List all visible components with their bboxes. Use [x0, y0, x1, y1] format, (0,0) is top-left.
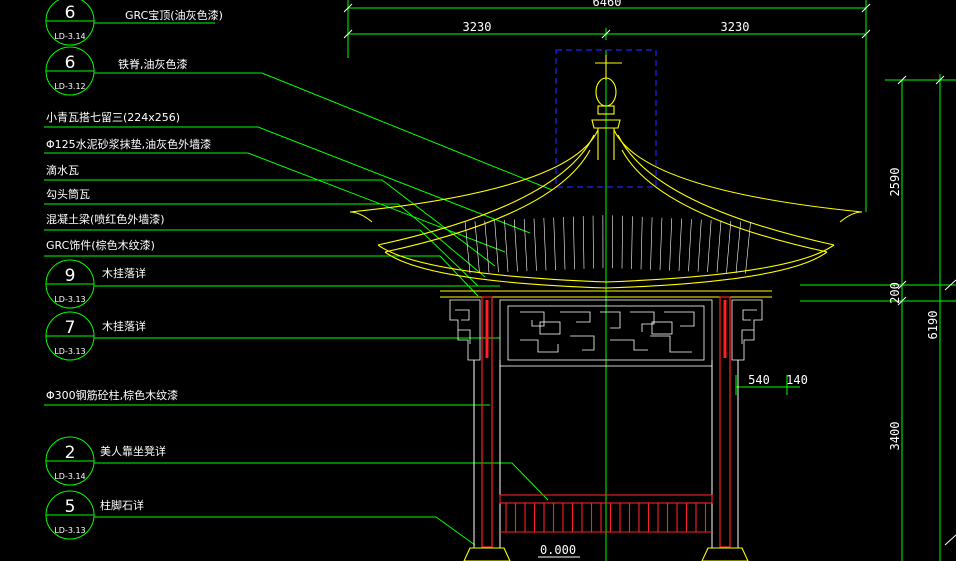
dim-half-left: 3230	[463, 20, 492, 34]
callout-label-column-base: 柱脚石详	[100, 498, 144, 512]
leader-lines	[44, 22, 553, 546]
tag-sheet-ref: LD-3.12	[54, 82, 85, 91]
tile-rib	[563, 217, 566, 270]
tag-sheet-ref: LD-3.14	[54, 32, 85, 41]
callout-label-mortar: Φ125水泥砂浆抹垫,油灰色外墙漆	[46, 137, 211, 151]
tile-rib	[621, 215, 623, 269]
tile-rib	[697, 219, 702, 272]
tile-rib	[716, 220, 722, 273]
tile-rib	[543, 217, 547, 271]
pavilion-elevation-drawing: 6 LD-3.14 6 LD-3.12 9 LD-3.13 7 LD-3.13 …	[44, 0, 956, 561]
tile-rib	[474, 221, 480, 274]
tag-number: 6	[65, 53, 76, 73]
callout-label-drip-tile: 滴水瓦	[46, 163, 79, 177]
tile-rib	[707, 220, 712, 273]
dim-offset-b: 140	[786, 373, 808, 387]
elevation-mark: 0.000	[540, 543, 576, 557]
callout-label-finial: GRC宝顶(油灰色漆)	[125, 8, 223, 22]
tile-rib	[735, 221, 741, 274]
callout-label-bench: 美人靠坐凳详	[100, 444, 166, 458]
tile-rib	[678, 218, 682, 271]
tile-rib	[484, 220, 490, 273]
tag-number: 6	[65, 3, 76, 23]
tile-rib	[669, 218, 673, 271]
tile-rib	[533, 218, 537, 271]
callout-label-wood-hanger-9: 木挂落详	[102, 266, 146, 280]
right-edge-marks	[944, 279, 956, 546]
callout-label-column: Φ300钢筋砼柱,棕色木纹漆	[46, 388, 178, 402]
dimension-ticks	[343, 3, 945, 306]
tag-number: 9	[65, 266, 76, 286]
callout-label-concrete-beam: 混凝土梁(喷红色外墙漆)	[46, 212, 165, 226]
detail-tag-2: 6 LD-3.12	[45, 46, 95, 96]
dim-height-beam: 200	[888, 282, 902, 304]
tag-sheet-ref: LD-3.13	[54, 295, 85, 304]
detail-tag-4: 7 LD-3.13	[45, 311, 95, 361]
dim-offset-a: 540	[748, 373, 770, 387]
callout-label-wood-hanger-7: 木挂落详	[102, 319, 146, 333]
detail-tag-6: 5 LD-3.13	[45, 490, 95, 540]
tile-rib	[640, 216, 643, 270]
detail-tag-5: 2 LD-3.14	[45, 436, 95, 486]
callout-label-cover-tile: 勾头筒瓦	[46, 187, 90, 201]
dim-height-column: 3400	[888, 422, 902, 451]
callout-label-grc-ornament: GRC饰件(棕色木纹漆)	[46, 238, 155, 252]
dim-height-top: 2590	[888, 168, 902, 197]
tile-rib	[582, 216, 585, 269]
dim-height-total: 6190	[926, 311, 940, 340]
tag-sheet-ref: LD-3.13	[54, 347, 85, 356]
detail-tag-3: 9 LD-3.13	[45, 259, 95, 309]
tile-rib	[650, 217, 653, 270]
tag-number: 7	[65, 318, 76, 338]
tile-rib	[494, 220, 499, 273]
callout-label-tiles: 小青瓦搭七留三(224x256)	[46, 111, 180, 124]
tile-rib	[573, 216, 575, 270]
callout-label-ridge: 铁脊,油灰色漆	[118, 57, 188, 71]
tile-rib	[659, 217, 663, 271]
tile-rib	[688, 219, 692, 272]
dim-overall-width: 6460	[593, 0, 622, 9]
tile-rib	[523, 218, 528, 272]
tile-rib	[726, 220, 732, 273]
tile-rib	[745, 221, 751, 274]
tile-rib	[553, 217, 556, 271]
tag-sheet-ref: LD-3.13	[54, 526, 85, 535]
tile-rib	[504, 219, 509, 272]
detail-tag-1: 6 LD-3.14	[45, 0, 95, 46]
dimension-lines	[347, 0, 956, 561]
dim-half-right: 3230	[721, 20, 750, 34]
tag-number: 5	[65, 497, 76, 517]
tag-sheet-ref: LD-3.14	[54, 472, 85, 481]
tag-number: 2	[65, 443, 76, 463]
tile-rib	[631, 216, 633, 270]
